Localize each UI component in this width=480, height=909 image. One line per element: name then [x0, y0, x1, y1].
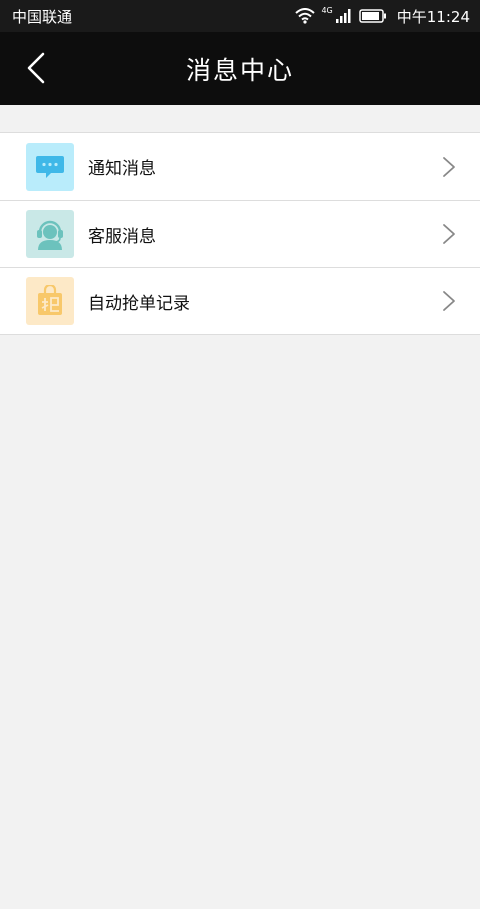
list-item-customer-service[interactable]: 客服消息: [0, 200, 480, 267]
wifi-icon: [295, 8, 316, 24]
grab-order-icon: [26, 277, 74, 325]
back-button[interactable]: [18, 50, 54, 86]
chevron-right-icon: [443, 291, 455, 311]
list-item-label: 通知消息: [88, 159, 156, 179]
status-bar: 中国联通 4G 中午11:24: [0, 0, 480, 32]
network-type: 4G: [321, 5, 333, 15]
header-bar: 消息中心: [0, 32, 480, 105]
chevron-right-icon: [443, 156, 455, 177]
chevron-left-icon: [27, 52, 45, 84]
list-item-notifications[interactable]: 通知消息: [0, 133, 480, 200]
list-item-auto-grab-records[interactable]: 自动抢单记录: [0, 267, 480, 334]
page-title: 消息中心: [185, 55, 294, 85]
chat-bubble-icon: [26, 142, 74, 191]
signal-icon: [335, 9, 351, 23]
customer-service-icon: [26, 210, 74, 258]
battery-icon: [359, 9, 386, 23]
chevron-right-icon: [443, 224, 455, 244]
list-item-label: 自动抢单记录: [88, 293, 190, 314]
list-item-label: 客服消息: [88, 226, 156, 247]
message-list: 通知消息 客服消息 自动抢单记录: [0, 132, 480, 335]
status-time: 中午11:24: [396, 7, 470, 26]
carrier-name: 中国联通: [12, 7, 73, 26]
